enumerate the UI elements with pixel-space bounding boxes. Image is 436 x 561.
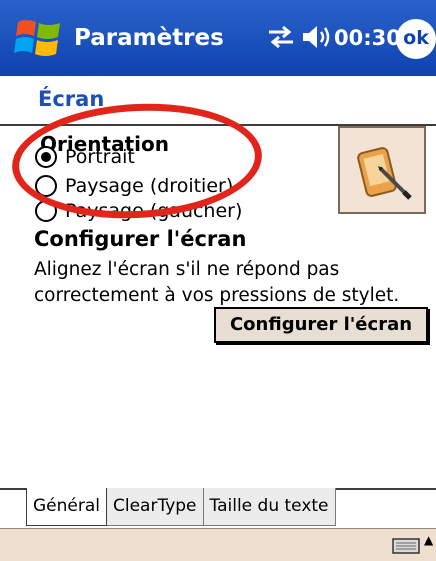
configure-description: Alignez l'écran s'il ne répond pas corre… [34, 259, 400, 306]
radio-portrait[interactable]: Portrait [35, 142, 135, 172]
radio-button-selected[interactable] [35, 146, 57, 168]
tab-text-size[interactable]: Taille du texte [203, 488, 336, 526]
radio-button[interactable] [35, 175, 57, 197]
configure-heading: Configurer l'écran [34, 227, 247, 251]
ok-button[interactable]: ok [396, 19, 436, 59]
clock[interactable]: 00:30 [334, 18, 401, 58]
keyboard-icon[interactable] [392, 537, 420, 555]
app-title[interactable]: Paramètres [74, 18, 224, 58]
radio-button[interactable] [35, 200, 57, 222]
speaker-icon[interactable] [300, 22, 336, 52]
tab-strip: Général ClearType Taille du texte [26, 488, 336, 526]
tab-cleartype[interactable]: ClearType [107, 488, 204, 526]
title-bar: Paramètres 00:30 ok [0, 0, 436, 76]
menu-bar: ▲ [0, 528, 436, 561]
radio-landscape-left[interactable]: Paysage (gaucher) [35, 196, 242, 226]
orientation-preview [338, 126, 426, 214]
connectivity-icon[interactable] [266, 22, 296, 52]
page-title: Écran [38, 87, 105, 111]
windows-flag-icon[interactable] [14, 14, 64, 62]
tab-general[interactable]: Général [26, 488, 107, 526]
radio-label-landscape-right[interactable]: Paysage (droitier) [65, 175, 233, 197]
radio-label-landscape-left[interactable]: Paysage (gaucher) [65, 200, 242, 222]
radio-label-portrait[interactable]: Portrait [65, 146, 135, 168]
configure-screen-button[interactable]: Configurer l'écran [214, 307, 428, 343]
device-stylus-icon [357, 147, 412, 200]
input-menu-arrow-icon[interactable]: ▲ [424, 533, 433, 547]
